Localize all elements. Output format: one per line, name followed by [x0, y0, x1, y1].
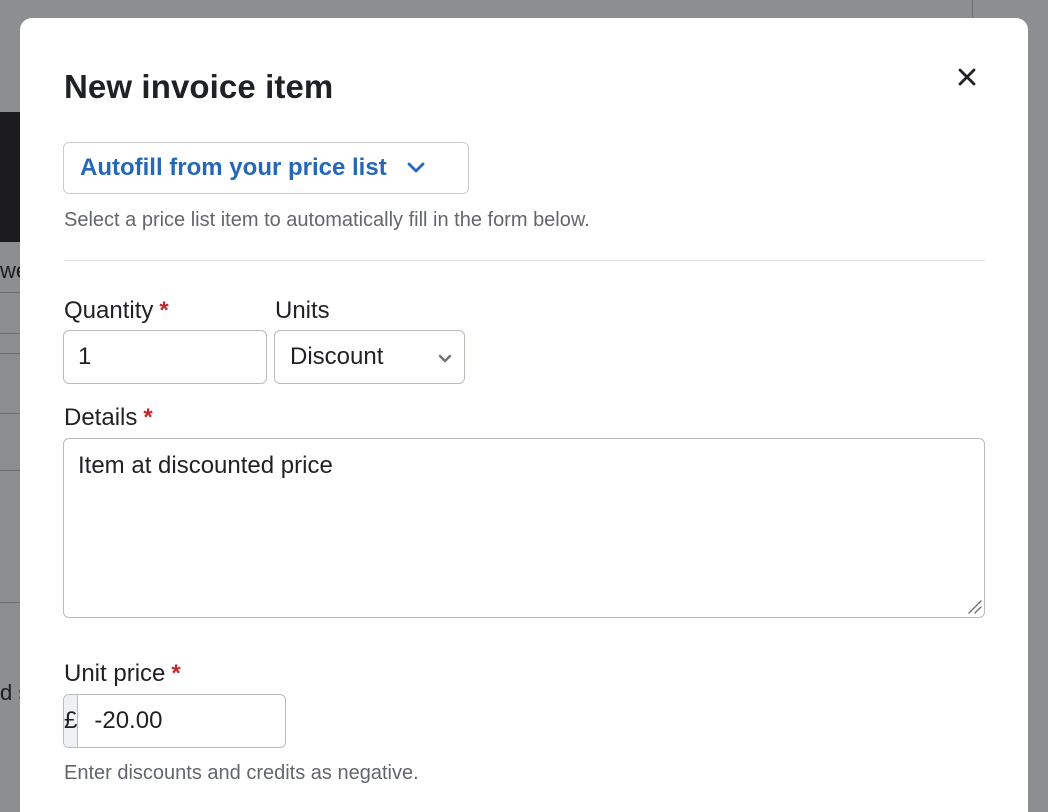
- background-divider: [0, 292, 22, 293]
- details-textarea[interactable]: Item at discounted price: [63, 438, 985, 618]
- details-label-text: Details: [64, 404, 138, 431]
- section-divider: [64, 260, 985, 261]
- unit-price-help-text: Enter discounts and credits as negative.: [64, 762, 419, 784]
- background-divider: [0, 333, 22, 334]
- background-dark-block: [0, 112, 22, 242]
- new-invoice-item-modal: New invoice item Autofill from your pric…: [20, 18, 1028, 812]
- unit-price-label: Unit price *: [64, 660, 181, 688]
- required-marker: *: [159, 297, 169, 324]
- background-divider: [972, 0, 973, 18]
- autofill-help-text: Select a price list item to automaticall…: [64, 209, 590, 231]
- background-text-fragment: we: [0, 258, 22, 283]
- units-label: Units: [275, 297, 330, 324]
- unit-price-input-group: £: [63, 694, 286, 748]
- quantity-input[interactable]: [63, 330, 267, 384]
- close-icon: [958, 68, 976, 86]
- units-select[interactable]: Discount: [274, 330, 465, 384]
- background-divider: [0, 353, 22, 354]
- close-button[interactable]: [950, 60, 984, 94]
- required-marker: *: [143, 404, 153, 431]
- chevron-down-icon: [438, 351, 452, 369]
- units-selected-value: Discount: [290, 343, 384, 370]
- background-divider: [0, 602, 22, 603]
- currency-symbol: £: [64, 695, 79, 747]
- required-marker: *: [171, 660, 181, 687]
- resize-handle-icon[interactable]: [966, 598, 982, 614]
- details-label: Details *: [64, 404, 153, 432]
- background-divider: [0, 413, 22, 414]
- unit-price-label-text: Unit price: [64, 660, 166, 687]
- autofill-label: Autofill from your price list: [80, 154, 387, 181]
- modal-title: New invoice item: [64, 68, 334, 105]
- autofill-price-list-dropdown[interactable]: Autofill from your price list: [63, 142, 469, 194]
- background-text-fragment: d s: [0, 680, 22, 705]
- quantity-label-text: Quantity: [64, 297, 154, 324]
- quantity-label: Quantity *: [64, 297, 169, 325]
- chevron-down-icon: [407, 162, 425, 174]
- unit-price-input[interactable]: [78, 695, 285, 747]
- background-divider: [0, 470, 22, 471]
